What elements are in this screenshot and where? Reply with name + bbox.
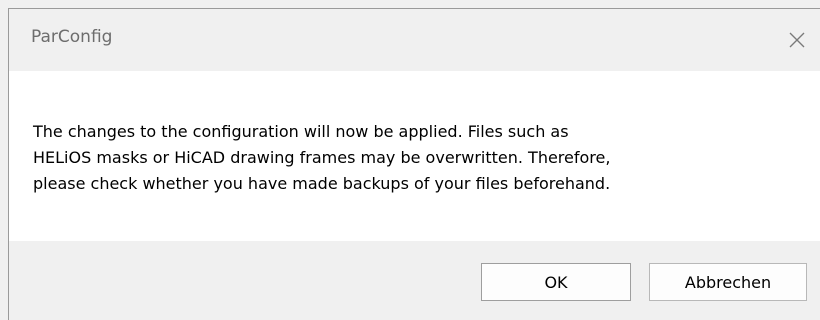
title-bar: ParConfig xyxy=(9,9,820,71)
message-line: HELiOS masks or HiCAD drawing frames may… xyxy=(33,148,611,167)
message-text: The changes to the configuration will no… xyxy=(33,119,803,197)
message-line: The changes to the configuration will no… xyxy=(33,122,569,141)
window-title: ParConfig xyxy=(31,27,113,47)
close-button[interactable] xyxy=(774,9,820,71)
button-bar: OK Abbrechen xyxy=(9,241,820,320)
dialog-window: ParConfig The changes to the configurati… xyxy=(8,8,820,320)
close-icon xyxy=(789,32,805,48)
message-line: please check whether you have made backu… xyxy=(33,174,611,193)
cancel-button[interactable]: Abbrechen xyxy=(649,263,807,301)
ok-button[interactable]: OK xyxy=(481,263,631,301)
message-area: The changes to the configuration will no… xyxy=(9,71,820,241)
